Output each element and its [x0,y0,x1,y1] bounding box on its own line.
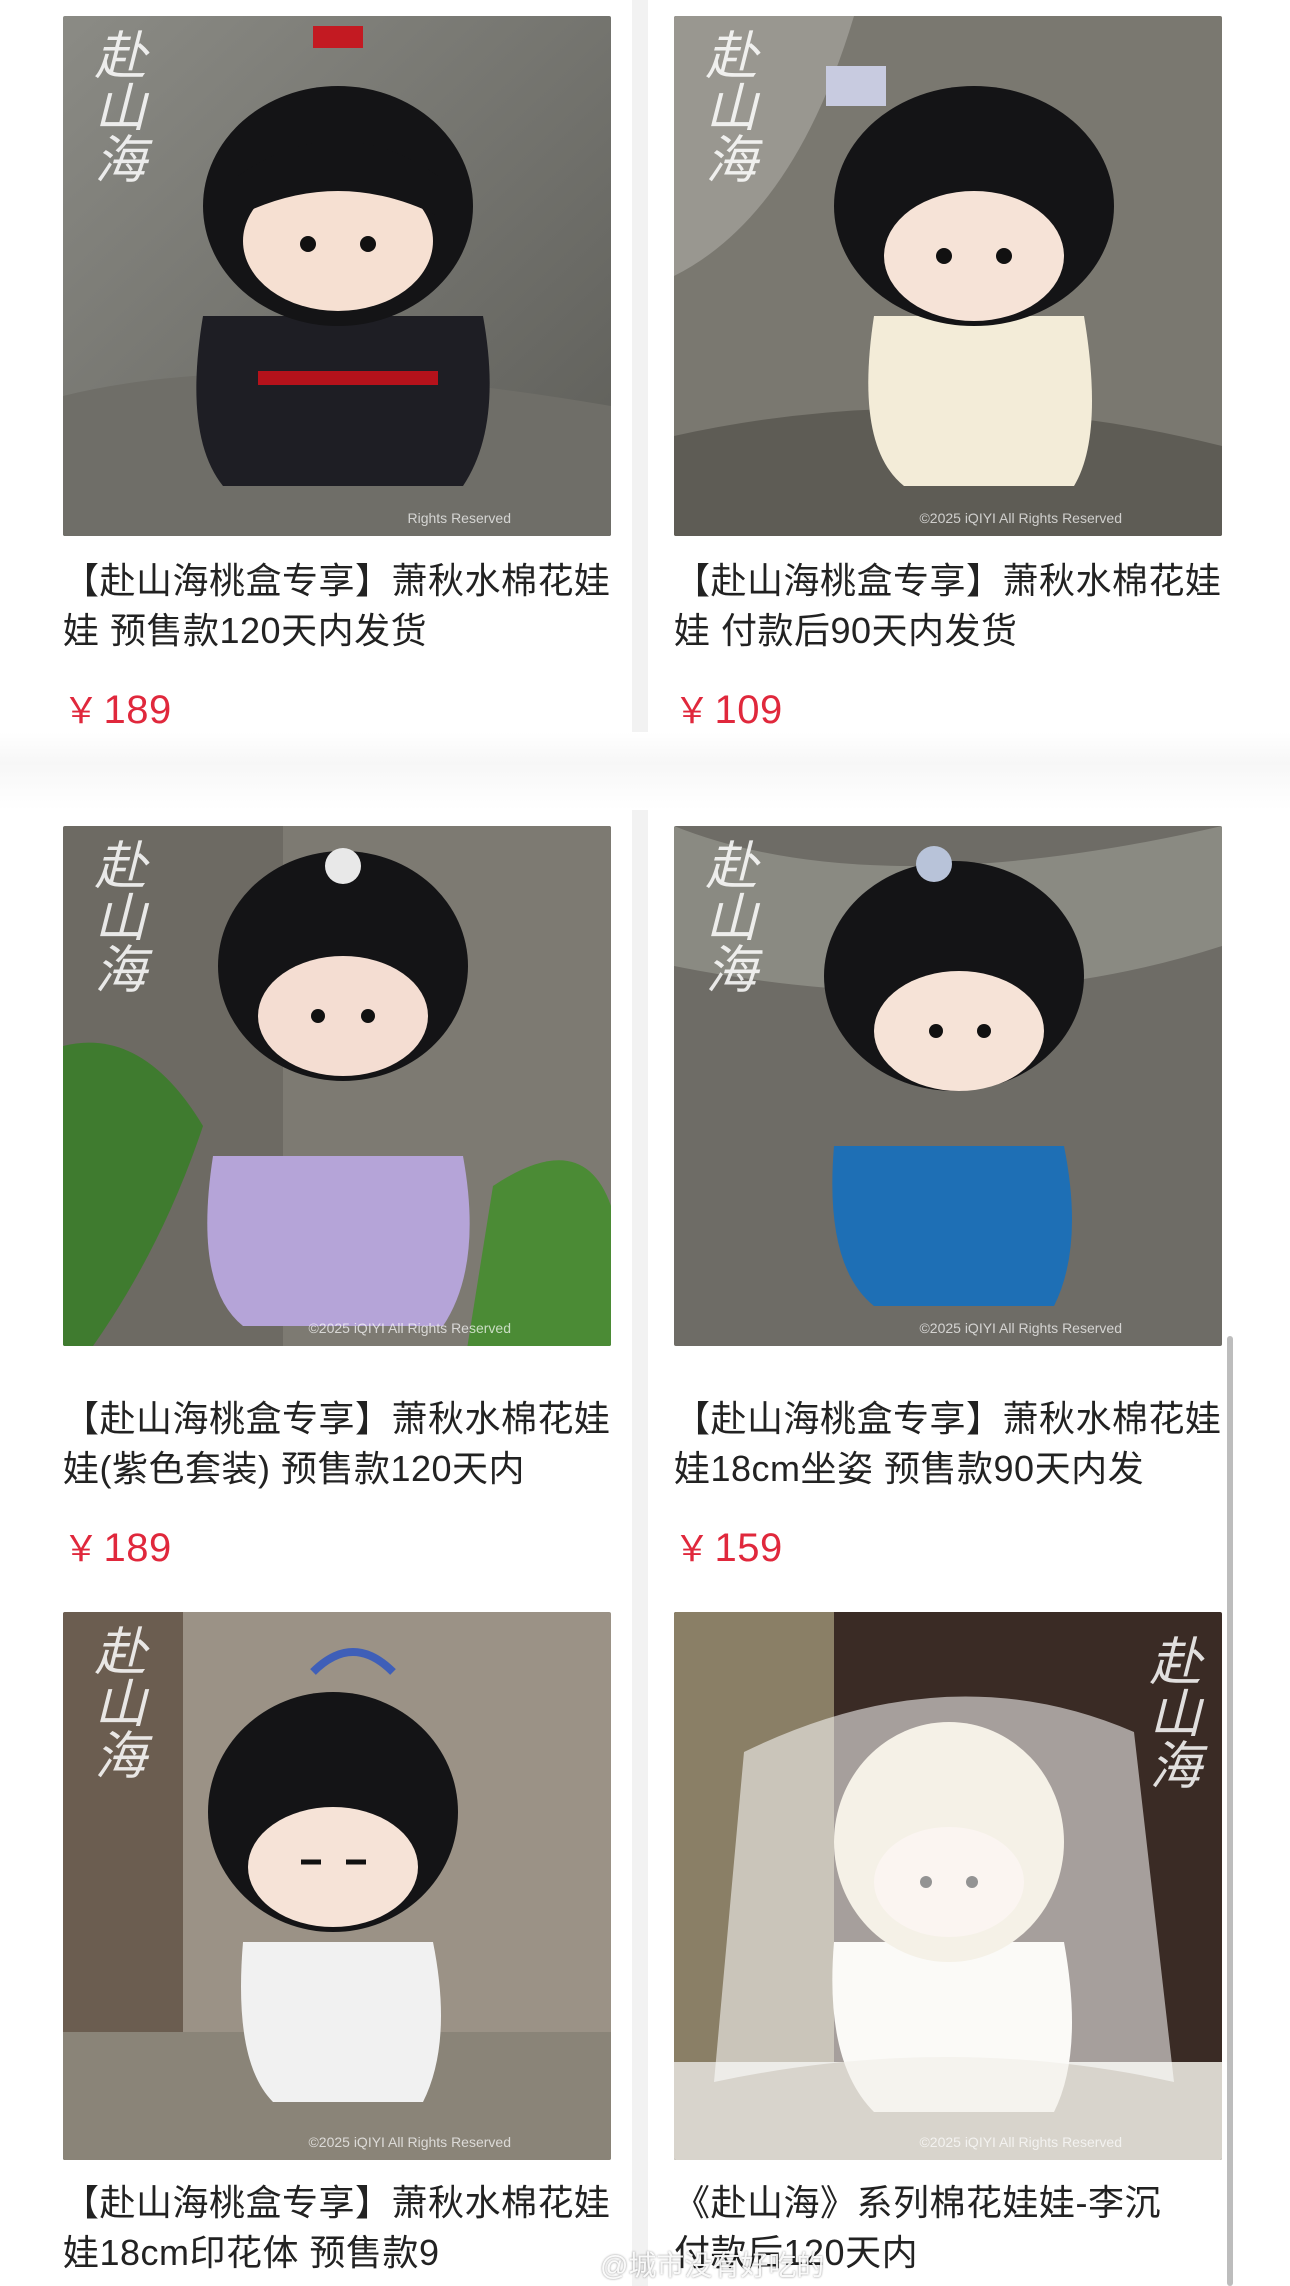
column-divider [632,0,648,2286]
doll-white-robe-image [674,16,1222,536]
copyright-text: ©2025 iQIYI All Rights Reserved [919,510,1122,526]
product-image[interactable]: 赴山海 ©2025 iQIYI All Rights Reserved [63,826,611,1346]
product-card[interactable]: 赴山海 Rights Reserved 【赴山海桃盒专享】萧秋水棉花娃娃 预售款… [63,16,611,734]
scrollbar[interactable] [1227,1336,1233,2286]
product-title[interactable]: 【赴山海桃盒专享】萧秋水棉花娃娃 付款后90天内发货 [674,556,1222,656]
product-card[interactable]: 赴山海 ©2025 iQIYI All Rights Reserved 【赴山海… [63,1612,611,2278]
product-title[interactable]: 【赴山海桃盒专享】萧秋水棉花娃娃 预售款120天内发货 [63,556,611,656]
copyright-text: ©2025 iQIYI All Rights Reserved [308,2134,511,2150]
price-value: 189 [103,688,172,732]
product-card[interactable]: 赴山海 ©2025 iQIYI All Rights Reserved 《赴山海… [674,1612,1222,2278]
product-image[interactable]: 赴山海 ©2025 iQIYI All Rights Reserved [63,1612,611,2160]
product-image[interactable]: 赴山海 ©2025 iQIYI All Rights Reserved [674,1612,1222,2160]
copyright-text: ©2025 iQIYI All Rights Reserved [919,1320,1122,1336]
price-value: 159 [714,1526,783,1570]
product-title[interactable]: 【赴山海桃盒专享】萧秋水棉花娃娃18cm坐姿 预售款90天内发 [674,1394,1222,1494]
row-gap [0,732,1290,810]
watermark: 赴山海 [85,28,145,184]
currency-symbol: ￥ [674,690,711,731]
price-value: 189 [103,1526,172,1570]
price-value: 109 [714,688,783,732]
copyright-text: Rights Reserved [407,510,512,526]
product-title[interactable]: 【赴山海桃盒专享】萧秋水棉花娃娃18cm印花体 预售款9 [63,2178,611,2278]
product-title-line1: 《赴山海》系列棉花娃娃-李沉 [674,2182,1161,2223]
product-card[interactable]: 赴山海 ©2025 iQIYI All Rights Reserved 【赴山海… [63,826,611,1572]
product-image[interactable]: 赴山海 ©2025 iQIYI All Rights Reserved [674,16,1222,536]
product-image[interactable]: 赴山海 ©2025 iQIYI All Rights Reserved [674,826,1222,1346]
currency-symbol: ￥ [63,1528,100,1569]
product-card[interactable]: 赴山海 ©2025 iQIYI All Rights Reserved 【赴山海… [674,826,1222,1572]
currency-symbol: ￥ [674,1528,711,1569]
product-price: ￥ 189 [63,1520,611,1572]
copyright-text: ©2025 iQIYI All Rights Reserved [308,1320,511,1336]
product-price: ￥ 189 [63,682,611,734]
doll-black-robe-image [63,16,611,536]
watermark: 赴山海 [696,28,756,184]
product-image[interactable]: 赴山海 Rights Reserved [63,16,611,536]
doll-blue-robe-image [674,826,1222,1346]
product-title[interactable]: 【赴山海桃盒专享】萧秋水棉花娃娃(紫色套装) 预售款120天内 [63,1394,611,1494]
product-card[interactable]: 赴山海 ©2025 iQIYI All Rights Reserved 【赴山海… [674,16,1222,734]
copyright-text: ©2025 iQIYI All Rights Reserved [919,2134,1122,2150]
watermark: 赴山海 [696,838,756,994]
watermark: 赴山海 [85,1624,145,1780]
doll-purple-robe-image [63,826,611,1346]
product-price: ￥ 159 [674,1520,1222,1572]
watermark: 赴山海 [85,838,145,994]
currency-symbol: ￥ [63,690,100,731]
watermark: 赴山海 [1140,1634,1200,1790]
weibo-watermark: @城市没有好吃的 [600,2250,825,2281]
doll-white-pants-image [63,1612,611,2160]
product-price: ￥ 109 [674,682,1222,734]
